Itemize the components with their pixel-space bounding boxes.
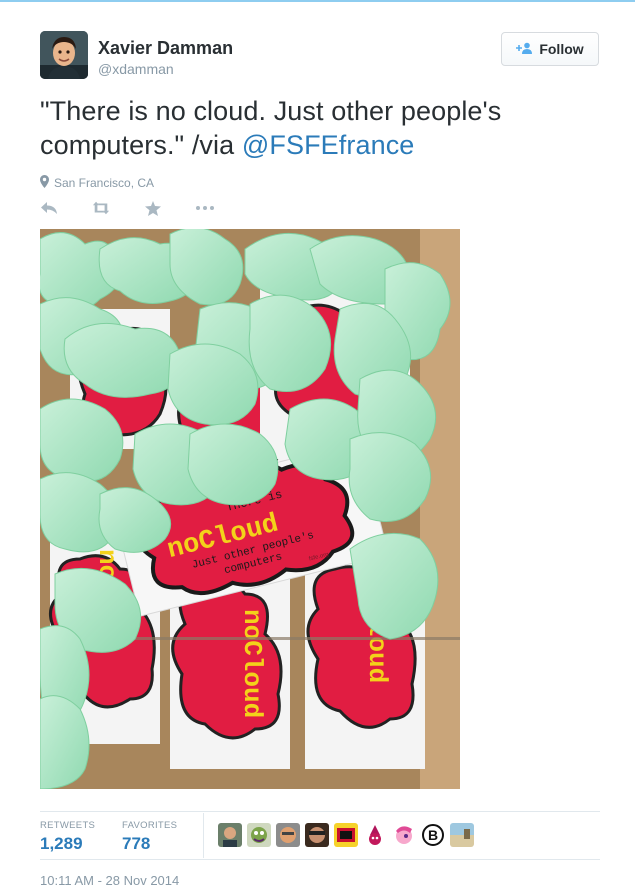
mention-link[interactable]: @FSFEfrance (242, 130, 415, 160)
user-avatar[interactable] (40, 31, 88, 79)
favorites-count[interactable]: 778 (122, 834, 150, 854)
follow-button[interactable]: Follow (501, 32, 599, 66)
favoriter-avatar[interactable] (276, 823, 300, 847)
top-accent-line (0, 0, 635, 2)
follow-label: Follow (539, 41, 584, 57)
favoriter-avatar[interactable] (247, 823, 271, 847)
location-text: San Francisco, CA (54, 176, 155, 190)
tweet-timestamp[interactable]: 10:11 AM - 28 Nov 2014 (40, 873, 179, 888)
favorites-label: FAVORITES (122, 820, 178, 831)
favoriter-avatar[interactable] (363, 823, 387, 847)
svg-text:noCloud: noCloud (237, 609, 267, 718)
bitcoin-icon[interactable]: B (421, 823, 445, 847)
stats-divider-bottom (40, 859, 600, 860)
reply-icon[interactable] (40, 199, 58, 217)
favoriter-avatar[interactable] (392, 823, 416, 847)
tweet-location[interactable]: San Francisco, CA (40, 175, 154, 191)
tweet-photo[interactable]: noCloud noCloud noC There is noCloud Jus… (40, 229, 460, 789)
favoriter-avatar[interactable] (450, 823, 474, 847)
tweet-text: "There is no cloud. Just other people's … (40, 94, 600, 162)
favoriter-avatar[interactable] (334, 823, 358, 847)
user-handle[interactable]: @xdamman (98, 61, 174, 77)
user-name[interactable]: Xavier Damman (98, 38, 233, 59)
favoriter-avatar[interactable] (305, 823, 329, 847)
favoriters-list: B (218, 823, 474, 847)
stats-divider-top (40, 811, 600, 812)
location-pin-icon (40, 175, 49, 191)
stats-vertical-divider (203, 813, 204, 858)
more-icon[interactable] (196, 199, 214, 217)
add-user-icon (516, 41, 533, 57)
tweet-actions (40, 199, 248, 217)
retweets-count[interactable]: 1,289 (40, 834, 83, 854)
svg-text:B: B (428, 827, 438, 843)
retweets-label: RETWEETS (40, 820, 96, 831)
retweet-icon[interactable] (92, 199, 110, 217)
favorite-icon[interactable] (144, 199, 162, 217)
favoriter-avatar[interactable] (218, 823, 242, 847)
